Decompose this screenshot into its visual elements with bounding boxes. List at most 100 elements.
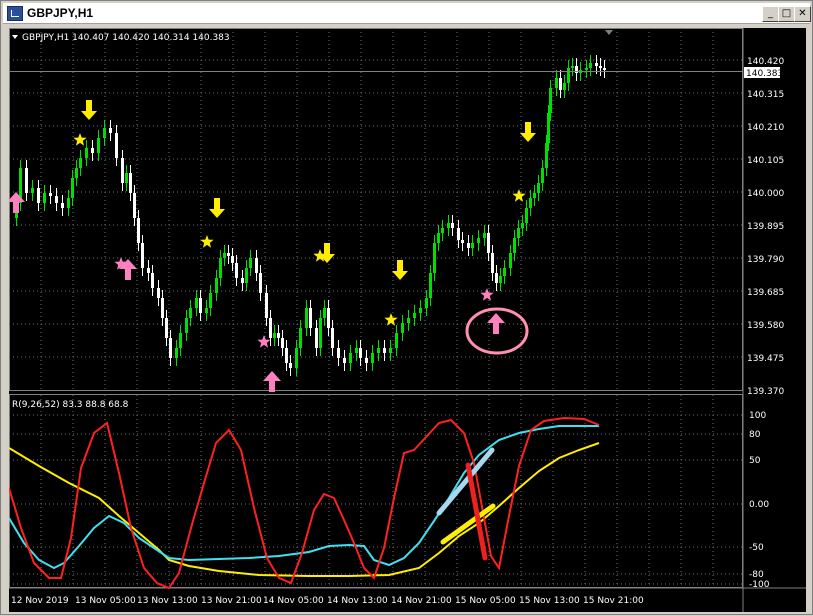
indicator-grid	[9, 395, 743, 587]
candle-body	[147, 268, 150, 273]
buy-arrow-icon	[263, 371, 281, 392]
candle-body	[477, 238, 480, 243]
price-label: 139.685	[747, 288, 784, 298]
candle-body	[109, 128, 112, 133]
time-label: 13 Nov 13:00	[137, 596, 198, 606]
window-title: GBPJPY,H1	[27, 6, 94, 20]
candle-body	[223, 253, 226, 258]
candle-body	[161, 298, 164, 318]
candle-body	[487, 233, 490, 253]
candle-body	[199, 298, 202, 313]
candle-body	[599, 66, 602, 68]
signal-star-icon	[384, 313, 398, 326]
candle-body	[521, 223, 524, 228]
candle-body	[509, 253, 512, 268]
time-label: 13 Nov 21:00	[201, 596, 262, 606]
candle-body	[185, 318, 188, 333]
candle-body	[603, 68, 606, 70]
sell-arrow-icon	[81, 100, 97, 120]
candle-body	[75, 168, 78, 178]
candle-body	[219, 258, 222, 278]
main-chart-frame	[9, 28, 743, 391]
indicator-header: R(9,26,52) 83.3 88.8 68.8	[12, 400, 129, 410]
candle-body	[359, 348, 362, 358]
level-label: -100	[749, 580, 770, 590]
candle-body	[491, 253, 494, 273]
candle-body	[337, 348, 340, 358]
candle-body	[165, 318, 168, 338]
close-button[interactable]: ✕	[794, 6, 811, 22]
level-label: -80	[749, 570, 764, 580]
main-grid	[9, 28, 743, 390]
candle-body	[451, 223, 454, 228]
candle-body	[323, 308, 326, 318]
minimize-button[interactable]: _	[762, 6, 779, 22]
candle-body	[395, 333, 398, 348]
candle-body	[265, 293, 268, 318]
candle-body	[533, 193, 536, 198]
candle-body	[457, 228, 460, 240]
candle-body	[467, 243, 470, 248]
candle-body	[419, 308, 422, 313]
candle-body	[97, 138, 100, 153]
candle-body	[343, 358, 346, 363]
dropdown-icon[interactable]	[12, 35, 18, 39]
candle-body	[103, 128, 106, 138]
time-label: 15 Nov 21:00	[583, 596, 644, 606]
candle-body	[499, 276, 502, 283]
candle-body	[549, 88, 552, 113]
candle-body	[331, 328, 334, 348]
buy-arrow-icon	[7, 192, 25, 213]
candle-body	[355, 348, 358, 353]
time-label: 15 Nov 05:00	[455, 596, 516, 606]
price-label: 139.895	[747, 222, 784, 232]
candle-body	[141, 243, 144, 268]
candle-body	[299, 328, 302, 348]
candle-body	[209, 293, 212, 308]
candle-body	[205, 308, 208, 313]
candle-body	[495, 273, 498, 283]
maximize-button[interactable]: □	[778, 6, 795, 22]
candle-body	[249, 258, 252, 268]
candle-body	[91, 148, 94, 153]
candle-body	[545, 143, 548, 168]
price-label: 139.790	[747, 255, 784, 265]
chart-window: GBPJPY,H1 _ □ ✕ GBPJPY,H1 140.407 140.42…	[0, 0, 813, 615]
candle-body	[589, 63, 592, 68]
candle-body	[425, 298, 428, 308]
chart-window-icon	[7, 6, 23, 21]
time-label: 14 Nov 21:00	[391, 596, 452, 606]
candle-body	[43, 193, 46, 203]
title-bar[interactable]: GBPJPY,H1 _ □ ✕	[3, 3, 811, 24]
candle-body	[437, 233, 440, 243]
candle-body	[309, 308, 312, 328]
candle-body	[179, 333, 182, 348]
candle-body	[195, 298, 198, 308]
level-label: 50	[749, 456, 761, 466]
candle-body	[389, 348, 392, 353]
price-label: 139.370	[747, 387, 784, 397]
candle-body	[563, 83, 566, 90]
candle-body	[585, 68, 588, 70]
candle-body	[441, 228, 444, 233]
candle-body	[129, 173, 132, 193]
candle-body	[115, 133, 118, 158]
sell-arrow-icon	[392, 260, 408, 280]
candle-body	[595, 63, 598, 66]
sell-arrow-icon	[209, 198, 225, 218]
candle-body	[555, 78, 558, 88]
candle-body	[175, 348, 178, 358]
candle-body	[447, 223, 450, 228]
candle-body	[315, 328, 318, 348]
time-label: 14 Nov 13:00	[327, 596, 388, 606]
candle-body	[67, 198, 70, 208]
candle-body	[567, 68, 570, 83]
candle-body	[121, 158, 124, 183]
candle-body	[401, 323, 404, 333]
candle-body	[79, 158, 82, 168]
level-label: 100	[749, 411, 766, 421]
chart-canvas[interactable]: GBPJPY,H1 140.407 140.420 140.314 140.38…	[7, 28, 806, 612]
candle-body	[231, 256, 234, 263]
candle-body	[227, 253, 230, 256]
candle-body	[85, 148, 88, 158]
